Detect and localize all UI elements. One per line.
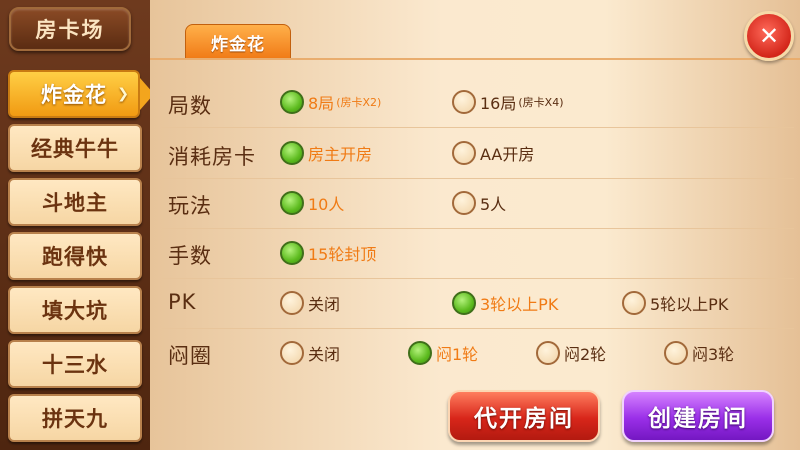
option-label: 闷2轮 <box>564 345 607 364</box>
sidebar-header: 房卡场 <box>0 0 140 58</box>
tab-underline <box>150 58 800 60</box>
option-16-rounds[interactable]: 16局 (房卡X4) <box>452 90 564 114</box>
option-label: 8局 <box>308 94 335 113</box>
option-label: 房主开房 <box>308 145 373 164</box>
sidebar-item-label: 跑得快 <box>42 245 108 269</box>
option-pk-5-rounds[interactable]: 5轮以上PK <box>622 291 728 315</box>
sidebar-item-label: 填大坑 <box>42 299 108 323</box>
row-divider <box>162 178 794 179</box>
proxy-open-room-button[interactable]: 代开房间 <box>448 390 600 442</box>
radio-icon <box>452 90 476 114</box>
option-sub-label: (房卡X4) <box>518 96 564 109</box>
option-label: 闷1轮 <box>436 345 479 364</box>
sidebar-item-zhajinhua[interactable]: 炸金花 ❯ <box>8 70 154 118</box>
radio-icon <box>622 291 646 315</box>
tab-zhajinhua[interactable]: 炸金花 <box>185 24 291 60</box>
option-blind-3[interactable]: 闷3轮 <box>664 341 734 365</box>
option-label: 5人 <box>480 195 507 214</box>
option-label: 16局 <box>480 94 517 113</box>
radio-selected-icon <box>452 291 476 315</box>
row-label-card-cost: 消耗房卡 <box>168 145 256 169</box>
row-divider <box>162 278 794 279</box>
row-divider <box>162 127 794 128</box>
radio-selected-icon <box>280 191 304 215</box>
row-label-blind-rounds: 闷圈 <box>168 344 212 368</box>
sidebar-item-tiandakeng[interactable]: 填大坑 <box>8 286 142 334</box>
option-15-round-cap[interactable]: 15轮封顶 <box>280 241 376 265</box>
sidebar-item-shisanshui[interactable]: 十三水 <box>8 340 142 388</box>
radio-icon <box>452 141 476 165</box>
option-label: 关闭 <box>308 345 341 364</box>
option-aa-pays[interactable]: AA开房 <box>452 141 534 165</box>
sidebar-item-niuniu[interactable]: 经典牛牛 <box>8 124 142 172</box>
option-10-players[interactable]: 10人 <box>280 191 344 215</box>
option-label: 关闭 <box>308 295 341 314</box>
option-pk-3-rounds[interactable]: 3轮以上PK <box>452 291 558 315</box>
radio-selected-icon <box>280 141 304 165</box>
option-sub-label: (房卡X2) <box>336 96 382 109</box>
sidebar-item-label: 斗地主 <box>42 191 108 215</box>
row-label-pk: PK <box>168 290 197 314</box>
option-label: 10人 <box>308 195 345 214</box>
sidebar-item-pintianjiu[interactable]: 拼天九 <box>8 394 142 442</box>
radio-selected-icon <box>280 90 304 114</box>
option-blind-2[interactable]: 闷2轮 <box>536 341 606 365</box>
row-label-hands: 手数 <box>168 244 212 268</box>
sidebar: 房卡场 炸金花 ❯ 经典牛牛 斗地主 跑得快 填大坑 十三水 拼天九 <box>0 0 154 450</box>
radio-icon <box>280 341 304 365</box>
option-blind-1[interactable]: 闷1轮 <box>408 341 478 365</box>
radio-icon <box>664 341 688 365</box>
option-8-rounds[interactable]: 8局 (房卡X2) <box>280 90 381 114</box>
option-host-pays[interactable]: 房主开房 <box>280 141 372 165</box>
radio-selected-icon <box>408 341 432 365</box>
radio-selected-icon <box>280 241 304 265</box>
create-room-button[interactable]: 创建房间 <box>622 390 774 442</box>
option-label: 15轮封顶 <box>308 245 377 264</box>
radio-icon <box>452 191 476 215</box>
sidebar-item-label: 十三水 <box>42 353 108 377</box>
option-label: AA开房 <box>480 145 535 164</box>
radio-icon <box>280 291 304 315</box>
option-label: 5轮以上PK <box>650 295 729 314</box>
sidebar-item-label: 炸金花 <box>41 83 107 107</box>
row-divider <box>162 228 794 229</box>
row-label-mode: 玩法 <box>168 194 212 218</box>
settings-panel <box>150 0 800 450</box>
option-pk-off[interactable]: 关闭 <box>280 291 340 315</box>
option-label: 3轮以上PK <box>480 295 559 314</box>
sidebar-item-label: 经典牛牛 <box>31 137 119 161</box>
row-divider <box>162 328 794 329</box>
sidebar-item-label: 拼天九 <box>42 407 108 431</box>
option-5-players[interactable]: 5人 <box>452 191 506 215</box>
row-label-rounds: 局数 <box>168 94 212 118</box>
sidebar-item-paodekuai[interactable]: 跑得快 <box>8 232 142 280</box>
close-button[interactable]: ✕ <box>744 11 794 61</box>
sidebar-item-doudizhu[interactable]: 斗地主 <box>8 178 142 226</box>
option-blind-off[interactable]: 关闭 <box>280 341 340 365</box>
close-icon: ✕ <box>758 22 780 50</box>
option-label: 闷3轮 <box>692 345 735 364</box>
chevron-right-icon: ❯ <box>117 86 130 102</box>
radio-icon <box>536 341 560 365</box>
sidebar-title: 房卡场 <box>9 7 131 51</box>
